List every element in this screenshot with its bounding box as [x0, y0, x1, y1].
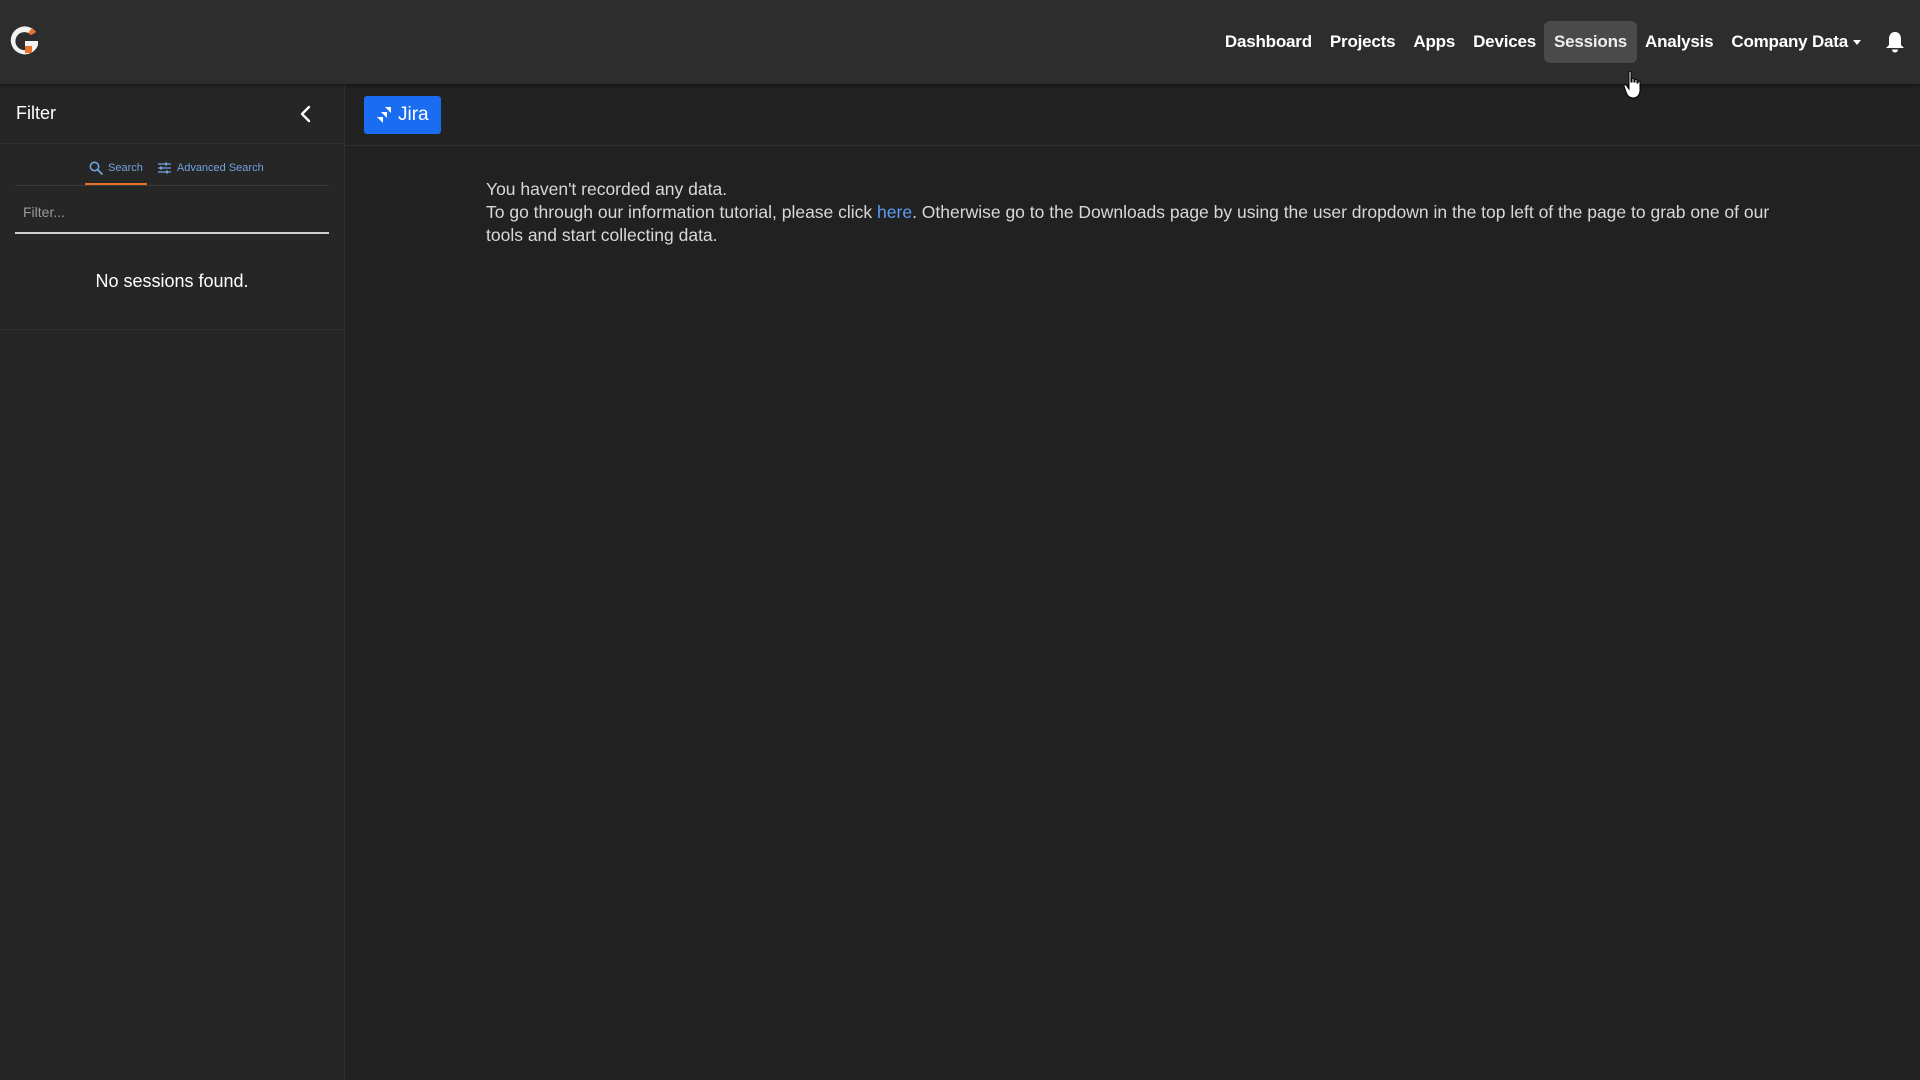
nav-company-data[interactable]: Company Data: [1721, 21, 1871, 63]
search-icon: [89, 161, 103, 175]
filter-input-wrapper: [15, 186, 329, 234]
nav-dashboard[interactable]: Dashboard: [1215, 21, 1322, 63]
tutorial-prefix: To go through our information tutorial, …: [486, 202, 878, 222]
no-data-message: You haven't recorded any data. To go thr…: [345, 146, 1785, 247]
nav-apps[interactable]: Apps: [1403, 21, 1465, 63]
caret-down-icon: [1853, 40, 1861, 46]
filter-sidebar: Filter Search Advanced Search Filter... …: [0, 84, 345, 1080]
jira-icon: [377, 106, 391, 123]
nav-devices[interactable]: Devices: [1463, 21, 1546, 63]
jira-button[interactable]: Jira: [364, 95, 441, 134]
hand-cursor-icon: [1623, 70, 1641, 99]
tab-advanced-search-label: Advanced Search: [176, 162, 264, 174]
tutorial-line: To go through our information tutorial, …: [486, 201, 1785, 247]
collapse-sidebar-button[interactable]: [292, 100, 320, 128]
main-content: Jira You haven't recorded any data. To g…: [345, 84, 1920, 1080]
main-toolbar: Jira: [345, 84, 1920, 146]
tab-search[interactable]: Search: [85, 161, 147, 185]
nav-menu: Dashboard Projects Apps Devices Sessions…: [1216, 21, 1906, 63]
filter-input[interactable]: [15, 198, 329, 232]
tutorial-link[interactable]: here: [877, 202, 912, 222]
nav-analysis[interactable]: Analysis: [1635, 21, 1723, 63]
jira-button-label: Jira: [398, 103, 429, 125]
filter-tabs: Search Advanced Search: [15, 144, 329, 186]
sidebar-title: Filter: [16, 103, 56, 123]
nav-sessions[interactable]: Sessions: [1543, 21, 1638, 63]
chevron-left-icon: [300, 105, 311, 122]
sessions-empty-state: No sessions found.: [0, 234, 344, 330]
nav-projects[interactable]: Projects: [1320, 21, 1406, 63]
tab-advanced-search[interactable]: Advanced Search: [153, 161, 268, 185]
empty-sessions-text: No sessions found.: [95, 271, 249, 291]
sliders-icon: [157, 162, 171, 174]
tab-search-label: Search: [108, 162, 143, 174]
bell-icon[interactable]: [1884, 30, 1906, 54]
nav-company-data-label: Company Data: [1731, 32, 1848, 51]
no-data-line: You haven't recorded any data.: [486, 179, 728, 199]
sidebar-header: Filter: [0, 84, 344, 144]
g-logo-icon[interactable]: [6, 22, 44, 62]
